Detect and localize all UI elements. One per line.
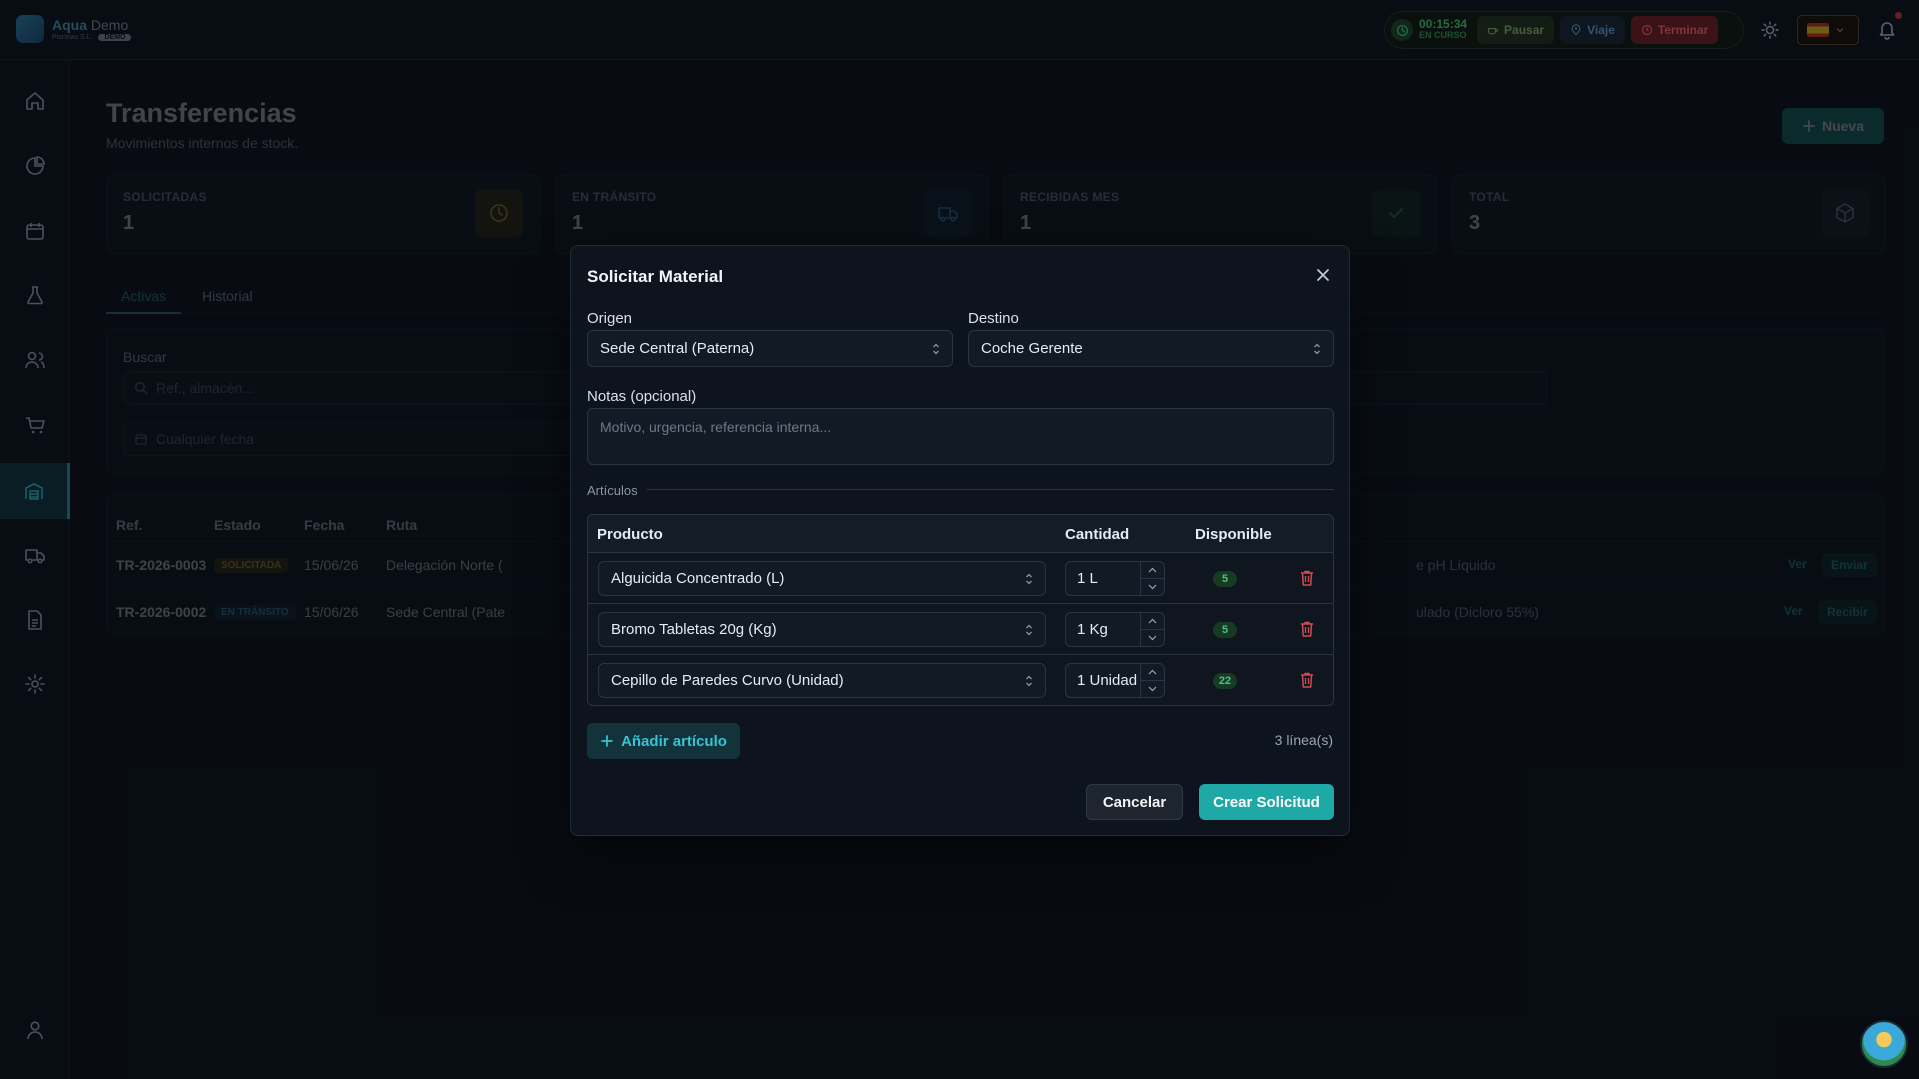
product-select[interactable]: Bromo Tabletas 20g (Kg) [598, 612, 1046, 647]
increment-button[interactable] [1141, 562, 1164, 578]
item-row: Bromo Tabletas 20g (Kg) 1 Kg 5 [588, 604, 1333, 655]
available-badge: 5 [1213, 622, 1237, 638]
chevron-down-icon [1148, 635, 1157, 641]
create-request-button[interactable]: Crear Solicitud [1199, 784, 1334, 820]
close-icon[interactable] [1314, 266, 1332, 284]
col-product: Producto [597, 526, 663, 543]
notes-label: Notas (opcional) [587, 388, 697, 405]
chevron-up-icon [1148, 567, 1157, 573]
available-badge: 22 [1213, 673, 1237, 689]
chevron-up-icon [1148, 669, 1157, 675]
assistant-avatar[interactable] [1860, 1020, 1908, 1068]
items-table: Producto Cantidad Disponible Alguicida C… [587, 514, 1334, 706]
section-divider [647, 489, 1334, 490]
trash-icon[interactable] [1299, 671, 1315, 689]
request-material-dialog: Solicitar Material Origen Sede Central (… [570, 245, 1350, 836]
chevron-up-icon [1148, 618, 1157, 624]
plus-icon [601, 735, 613, 747]
origin-select[interactable]: Sede Central (Paterna) [587, 330, 953, 367]
lines-count: 3 línea(s) [1274, 732, 1333, 748]
select-caret-icon [1314, 343, 1320, 355]
select-caret-icon [1026, 675, 1032, 687]
destination-label: Destino [968, 310, 1019, 327]
trash-icon[interactable] [1299, 569, 1315, 587]
notes-textarea[interactable]: Motivo, urgencia, referencia interna... [587, 408, 1334, 465]
decrement-button[interactable] [1141, 629, 1164, 646]
cancel-button[interactable]: Cancelar [1086, 784, 1183, 820]
product-select[interactable]: Alguicida Concentrado (L) [598, 561, 1046, 596]
col-available: Disponible [1195, 526, 1272, 543]
origin-label: Origen [587, 310, 633, 327]
items-section-label: Artículos [587, 483, 638, 498]
select-caret-icon [933, 343, 939, 355]
destination-select[interactable]: Coche Gerente [968, 330, 1334, 367]
quantity-stepper[interactable]: 1 L [1065, 561, 1165, 596]
dialog-title: Solicitar Material [587, 267, 724, 286]
decrement-button[interactable] [1141, 680, 1164, 697]
product-select[interactable]: Cepillo de Paredes Curvo (Unidad) [598, 663, 1046, 698]
item-row: Cepillo de Paredes Curvo (Unidad) 1 Unid… [588, 655, 1333, 705]
quantity-stepper[interactable]: 1 Kg [1065, 612, 1165, 647]
items-table-header: Producto Cantidad Disponible [588, 515, 1333, 553]
increment-button[interactable] [1141, 664, 1164, 680]
add-item-button[interactable]: Añadir artículo [587, 723, 740, 759]
increment-button[interactable] [1141, 613, 1164, 629]
chevron-down-icon [1148, 686, 1157, 692]
item-row: Alguicida Concentrado (L) 1 L 5 [588, 553, 1333, 604]
trash-icon[interactable] [1299, 620, 1315, 638]
select-caret-icon [1026, 573, 1032, 585]
col-quantity: Cantidad [1065, 526, 1130, 543]
select-caret-icon [1026, 624, 1032, 636]
quantity-stepper[interactable]: 1 Unidad [1065, 663, 1165, 698]
decrement-button[interactable] [1141, 578, 1164, 595]
chevron-down-icon [1148, 584, 1157, 590]
available-badge: 5 [1213, 571, 1237, 587]
